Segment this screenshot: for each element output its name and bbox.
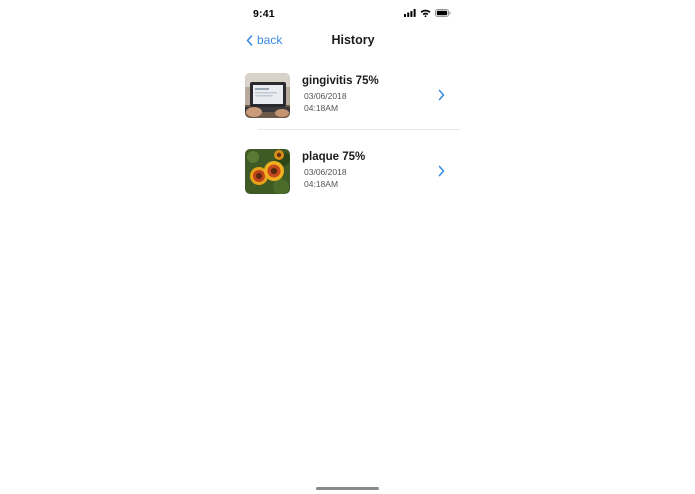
history-item-time: 04:18AM <box>304 103 339 113</box>
history-item-time: 04:18AM <box>304 179 339 189</box>
home-indicator[interactable] <box>316 487 379 490</box>
history-item-date: 03/06/2018 <box>304 167 347 177</box>
history-item-plaque[interactable]: plaque 75% 03/06/2018 04:18AM <box>236 144 470 220</box>
chevron-right-icon <box>438 165 445 177</box>
wifi-icon <box>420 9 431 17</box>
list-divider <box>258 129 460 130</box>
history-item-title: plaque 75% <box>302 151 366 163</box>
chevron-right-icon <box>438 89 445 101</box>
battery-icon <box>435 9 451 17</box>
history-item-gingivitis[interactable]: gingivitis 75% 03/06/2018 04:18AM <box>236 68 470 144</box>
page-title: History <box>331 33 375 47</box>
status-time: 9:41 <box>253 8 275 20</box>
status-icons <box>404 9 451 17</box>
navigation-bar: back History <box>236 28 470 56</box>
cellular-signal-icon <box>404 9 416 17</box>
history-thumbnail-flower <box>245 149 290 194</box>
history-list: gingivitis 75% 03/06/2018 04:18AM plaque… <box>236 68 470 220</box>
history-item-title: gingivitis 75% <box>302 75 379 87</box>
history-thumbnail-laptop <box>245 73 290 118</box>
history-item-date: 03/06/2018 <box>304 91 347 101</box>
status-bar: 9:41 <box>236 0 470 28</box>
phone-screen: 9:41 back History gingivitis 75% 03/06/2… <box>236 0 470 494</box>
